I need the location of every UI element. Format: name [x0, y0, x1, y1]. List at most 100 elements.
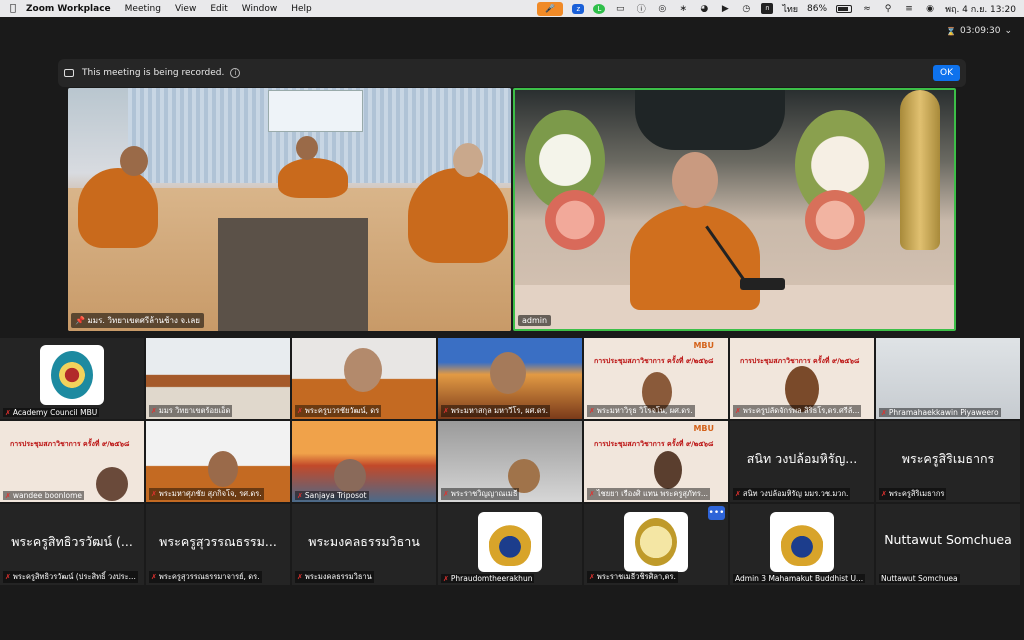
menu-view[interactable]: View: [175, 4, 196, 14]
menu-meeting[interactable]: Meeting: [125, 4, 161, 14]
microphone-in-use-icon[interactable]: 🎤: [537, 1, 564, 16]
mic-muted-icon: ✗: [735, 490, 741, 498]
participant-name: พระครูสิทธิวรวัฒน์ (ประสิทธิ์ วงประ...: [12, 572, 136, 581]
speaker-name-tag: 📌 มมร. วิทยาเขตศรีล้านช้าง จ.เลย: [71, 313, 204, 328]
zoom-meeting-window: ⌛ 03:09:30 ⌄ This meeting is being recor…: [0, 17, 1024, 640]
participant-tile[interactable]: พระครูสุวรรณธรรม... ✗ พระครูสุวรรณธรรมาจา…: [146, 504, 290, 585]
search-icon[interactable]: ⚲: [882, 4, 894, 14]
timer-value: 03:09:30: [960, 26, 1001, 36]
play-icon[interactable]: ▶: [719, 4, 731, 14]
participant-face: [334, 459, 366, 493]
volume-icon[interactable]: ◕: [698, 4, 710, 14]
university-seal-icon: [781, 518, 823, 566]
mbu-brand: MBU: [693, 424, 714, 433]
participant-tile[interactable]: ✗ พระมหาศุภชัย สุภกิจโจ, รศ.ดร.: [146, 421, 290, 502]
participant-tile[interactable]: ✗ พระราชเมธีวชิรศิลา,ดร.: [584, 504, 728, 585]
participant-tile[interactable]: ✗ Sanjaya Triposot: [292, 421, 436, 502]
participant-tile[interactable]: ✗ พระราชวิญญาณเมธี: [438, 421, 582, 502]
mic-muted-icon: ✗: [443, 490, 449, 498]
control-center-icon[interactable]: ≡: [903, 4, 915, 14]
participant-tile[interactable]: ✗ มมร วิทยาเขตร้อยเอ็ด: [146, 338, 290, 419]
menu-edit[interactable]: Edit: [210, 4, 227, 14]
participant-tile[interactable]: พระมงคลธรรมวิธาน ✗ พระมงคลธรรมวิธาน: [292, 504, 436, 585]
recording-message: This meeting is being recorded.: [82, 68, 225, 78]
speaker-name: มมร. วิทยาเขตศรีล้านช้าง จ.เลย: [87, 316, 200, 325]
info-tray-icon[interactable]: ⓘ: [635, 4, 647, 15]
participant-name: พระมงคลธรรมวิธาน: [304, 572, 372, 581]
participant-tile[interactable]: MBU การประชุมสภาวิชาการ ครั้งที่ ๙/๒๕๖๘ …: [584, 421, 728, 502]
participant-face: [96, 467, 128, 501]
participant-tile[interactable]: การประชุมสภาวิชาการ ครั้งที่ ๙/๒๕๖๘ ✗ wan…: [0, 421, 144, 502]
datetime[interactable]: พฤ. 4 ก.ย. 13:20: [945, 2, 1016, 16]
menu-help[interactable]: Help: [291, 4, 312, 14]
apple-icon[interactable]: : [0, 3, 26, 14]
participant-figure: [120, 146, 148, 176]
mic-muted-icon: ✗: [151, 407, 157, 415]
input-language[interactable]: ไทย: [782, 2, 798, 16]
participant-tile[interactable]: สนิท วงปล้อมหิรัญ... ✗ สนิท วงปล้อมหิรัญ …: [730, 421, 874, 502]
participant-display-name: พระครูสิริเมธากร: [901, 451, 995, 466]
battery-level: [838, 6, 849, 11]
battery-icon[interactable]: [836, 4, 853, 13]
participant-name: Nuttawut Somchuea: [881, 574, 958, 583]
video-background: [545, 190, 605, 250]
university-seal-icon: [489, 518, 531, 566]
video-background: [805, 190, 865, 250]
participant-name: พระครูบวรชัยวัฒน์, ดร: [304, 406, 380, 415]
participant-name: พระราชวิญญาณเมธี: [450, 489, 518, 498]
siri-icon[interactable]: ◉: [924, 4, 936, 14]
menu-app-name[interactable]: Zoom Workplace: [26, 4, 111, 14]
keyboard-input-icon[interactable]: ก: [761, 3, 774, 14]
participant-tile[interactable]: MBU การประชุมสภาวิชาการ ครั้งที่ ๙/๒๕๖๘ …: [584, 338, 728, 419]
ok-button[interactable]: OK: [933, 65, 960, 81]
participant-name: พระครูปลัดจักรพล สิริธโร,ดร.ศรีล้...: [742, 406, 860, 415]
wifi-icon[interactable]: ≈: [861, 4, 873, 14]
speaker-video-left[interactable]: 📌 มมร. วิทยาเขตศรีล้านช้าง จ.เลย: [68, 88, 511, 331]
slide-title: การประชุมสภาวิชาการ ครั้งที่ ๙/๒๕๖๘: [594, 440, 714, 448]
participant-tile[interactable]: Nuttawut Somchuea Nuttawut Somchuea: [876, 504, 1020, 585]
participant-name: พระครูสุวรรณธรรมาจารย์, ดร.: [158, 572, 260, 581]
participant-tile[interactable]: การประชุมสภาวิชาการ ครั้งที่ ๙/๒๕๖๘ ✗ พระ…: [730, 338, 874, 419]
participant-tile[interactable]: พระครูสิริเมธากร ✗ พระครูสิริเมธากร: [876, 421, 1020, 502]
participant-tile[interactable]: พระครูสิทธิวรวัฒน์ (... ✗ พระครูสิทธิวรวั…: [0, 504, 144, 585]
participant-display-name: พระมงคลธรรมวิธาน: [308, 534, 420, 549]
video-background: [900, 90, 940, 250]
participant-name: พระราชเมธีวชิรศิลา,ดร.: [596, 572, 676, 581]
mic-muted-icon: ✗: [5, 573, 11, 581]
participant-figure: [278, 158, 348, 198]
zoom-tray-icon[interactable]: z: [572, 3, 585, 14]
pin-icon: 📌: [75, 316, 85, 325]
chevron-down-icon[interactable]: ⌄: [1004, 26, 1012, 36]
clock-icon[interactable]: ◷: [740, 4, 752, 14]
line-tray-icon[interactable]: L: [593, 3, 606, 14]
display-icon[interactable]: ▭: [614, 4, 626, 14]
mic-muted-icon: ✗: [589, 573, 595, 581]
participant-tile[interactable]: ✗ Phramahaekkawin Piyaweero: [876, 338, 1020, 419]
meeting-timer[interactable]: ⌛ 03:09:30 ⌄: [946, 26, 1012, 36]
participant-tile[interactable]: ✗ Phraudomtheerakhun: [438, 504, 582, 585]
video-background: [635, 90, 785, 150]
participant-tile[interactable]: ✗ Academy Council MBU: [0, 338, 144, 419]
speaker-video-active[interactable]: admin: [513, 88, 956, 331]
info-icon[interactable]: i: [230, 68, 241, 78]
mbu-brand: MBU: [693, 341, 714, 350]
bluetooth-icon[interactable]: ∗: [677, 4, 689, 14]
more-options-button[interactable]: •••: [708, 506, 725, 520]
mic-muted-icon: ✗: [589, 490, 595, 498]
menu-window[interactable]: Window: [242, 4, 278, 14]
mic-muted-icon: ✗: [735, 407, 741, 415]
participant-name: ไชยยา เรืองศิ แทน พระครูสุภัทร...: [596, 489, 709, 498]
participant-figure: [453, 143, 483, 177]
speaker-name: admin: [522, 316, 548, 325]
microphone-base: [740, 278, 785, 290]
airplay-icon[interactable]: ◎: [656, 4, 668, 14]
university-seal-icon: [51, 351, 93, 399]
participant-tile[interactable]: ✗ พระมหาสกุล มหาวีโร, ผศ.ดร.: [438, 338, 582, 419]
recording-banner: This meeting is being recorded. i OK: [58, 59, 966, 87]
participant-name: พระมหาวิรุธ วิโรจโน, ผศ.ดร.: [596, 406, 693, 415]
battery-percent: 86%: [807, 3, 828, 14]
participant-tile[interactable]: Admin 3 Mahamakut Buddhist U...: [730, 504, 874, 585]
mic-muted-icon: ✗: [589, 407, 595, 415]
participant-tile[interactable]: ✗ พระครูบวรชัยวัฒน์, ดร: [292, 338, 436, 419]
participant-figure: [296, 136, 318, 160]
